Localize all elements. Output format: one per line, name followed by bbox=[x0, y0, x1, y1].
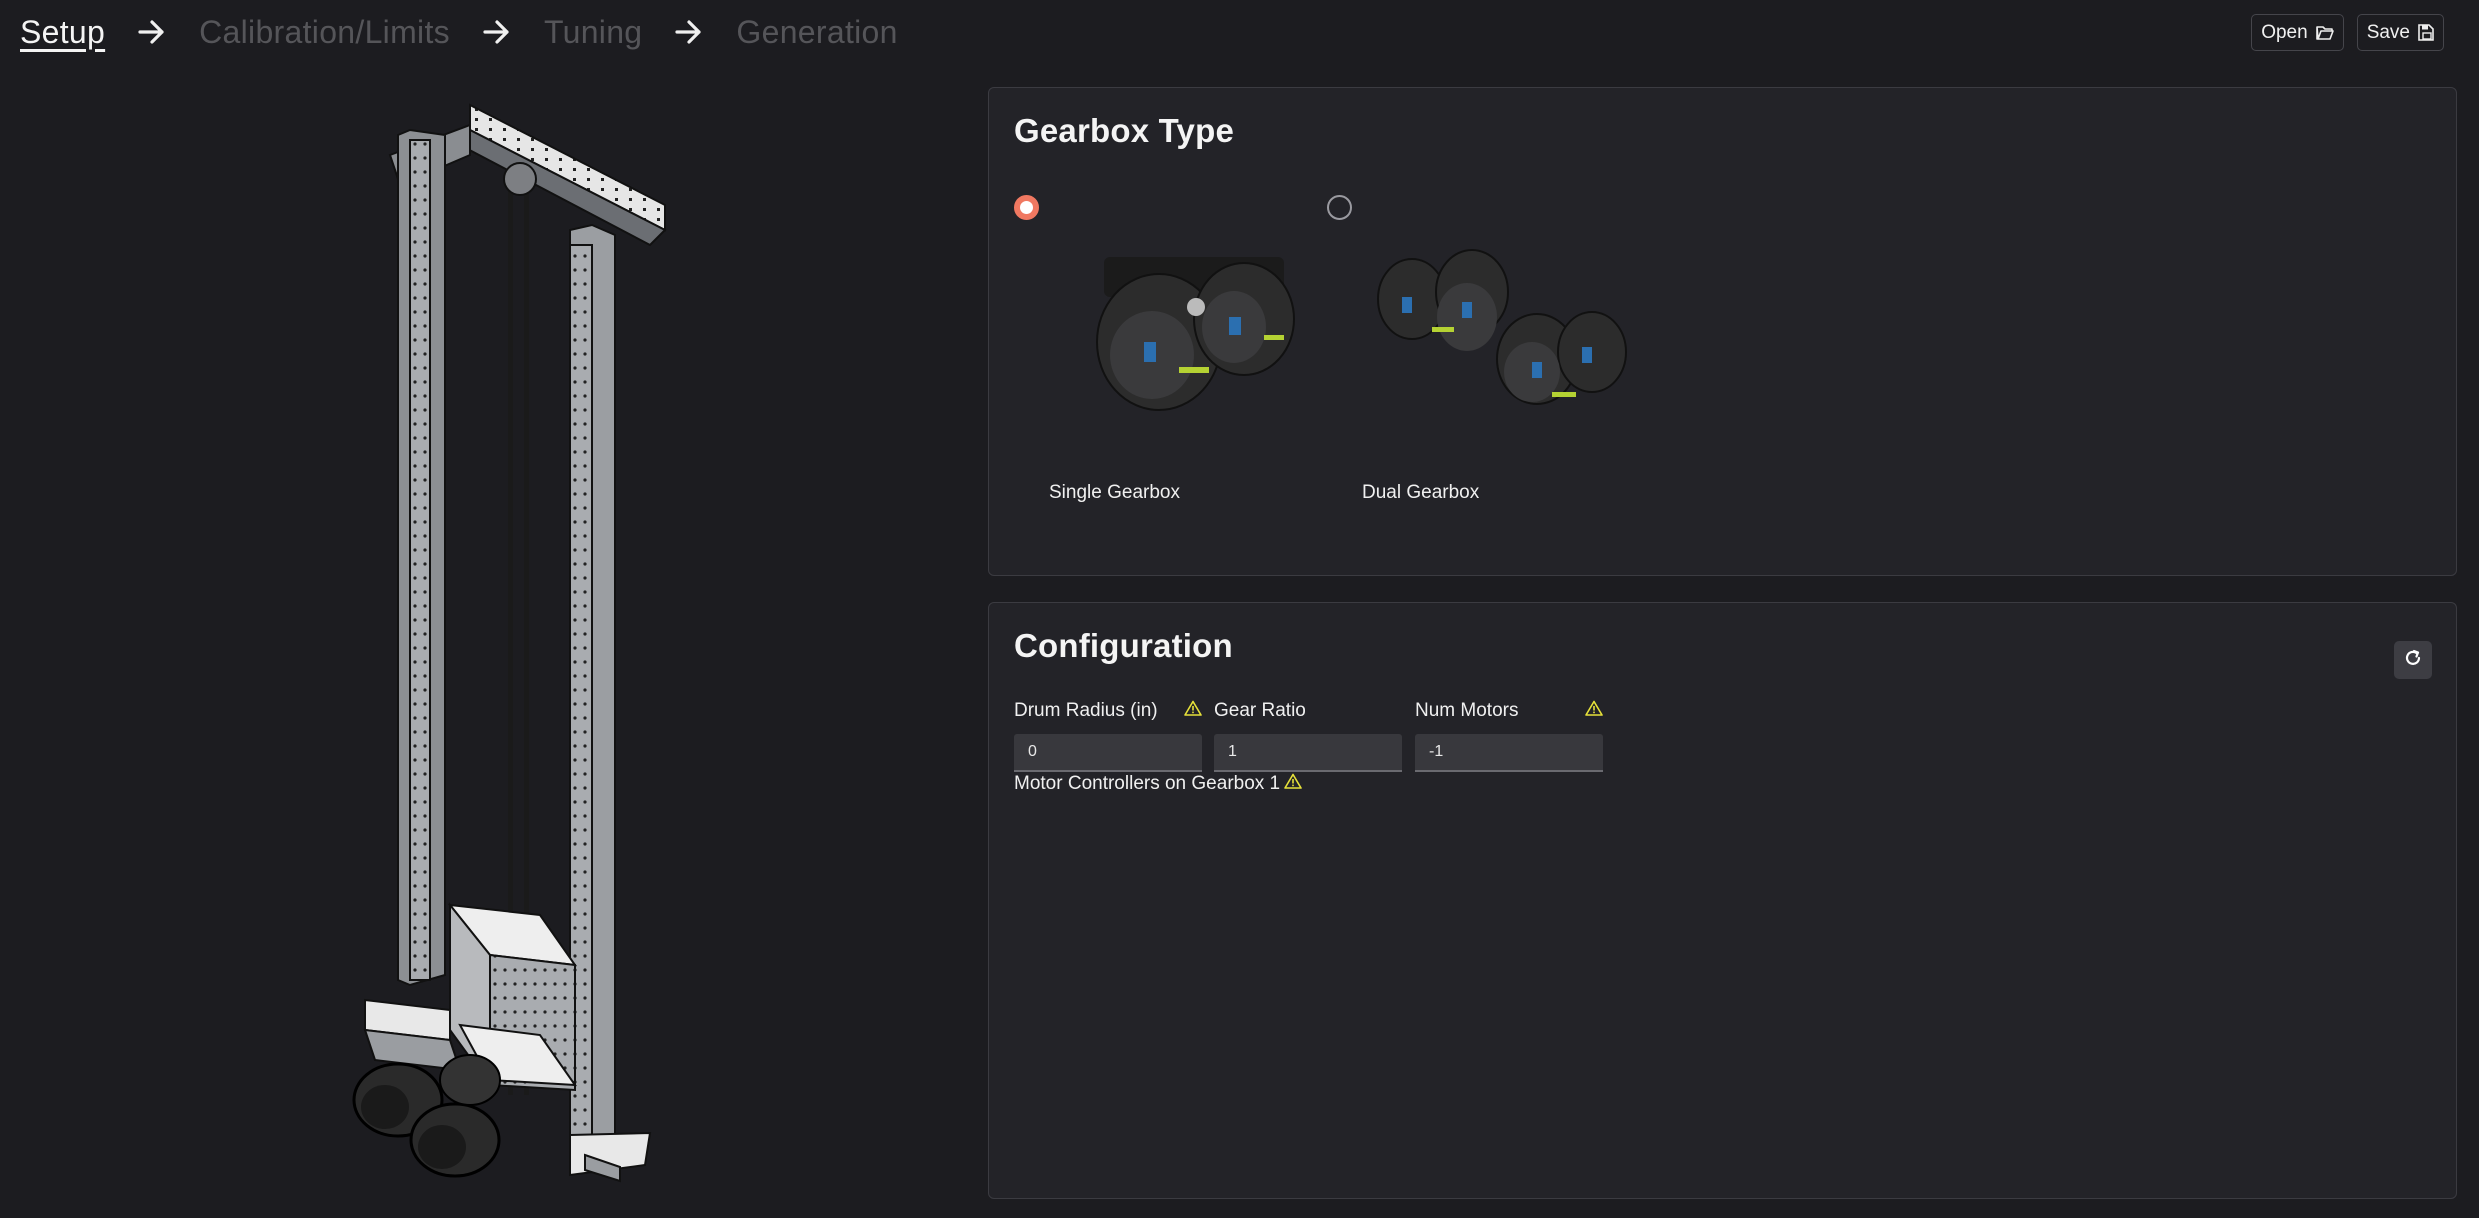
dual-gearbox-label: Dual Gearbox bbox=[1362, 482, 1480, 503]
gearbox-option-single[interactable]: Single Gearbox bbox=[1014, 195, 1295, 503]
configuration-panel: Configuration Drum Radius (in) Gear Rati… bbox=[988, 602, 2457, 1199]
warning-icon bbox=[1284, 773, 1302, 795]
step-setup[interactable]: Setup bbox=[20, 14, 105, 51]
single-gearbox-image bbox=[1084, 247, 1299, 422]
gear-ratio-label: Gear Ratio bbox=[1214, 700, 1306, 721]
arrow-right-icon bbox=[642, 19, 736, 45]
folder-open-icon bbox=[2315, 25, 2334, 41]
gearbox-type-title: Gearbox Type bbox=[1014, 112, 1235, 149]
reset-config-button[interactable] bbox=[2394, 641, 2432, 679]
step-tuning[interactable]: Tuning bbox=[544, 14, 642, 51]
save-button[interactable]: Save bbox=[2356, 14, 2444, 51]
single-gearbox-label: Single Gearbox bbox=[1049, 482, 1180, 503]
warning-icon bbox=[1184, 700, 1202, 722]
drum-radius-field: Drum Radius (in) bbox=[1014, 699, 1202, 772]
gear-ratio-input[interactable] bbox=[1214, 734, 1402, 772]
gear-ratio-field: Gear Ratio bbox=[1214, 699, 1402, 772]
radio-single-gearbox[interactable] bbox=[1014, 195, 1039, 220]
step-calibration-limits[interactable]: Calibration/Limits bbox=[199, 14, 450, 51]
motor-controllers-label: Motor Controllers on Gearbox 1 bbox=[1014, 773, 1281, 794]
drum-radius-input[interactable] bbox=[1014, 734, 1202, 772]
refresh-icon bbox=[2403, 648, 2423, 673]
arrow-right-icon bbox=[105, 19, 199, 45]
gearbox-type-panel: Gearbox Type Single Gearbox Dual Gearbox bbox=[988, 87, 2457, 576]
arrow-right-icon bbox=[450, 19, 544, 45]
wizard-stepper: Setup Calibration/Limits Tuning Generati… bbox=[20, 6, 898, 58]
configuration-title: Configuration bbox=[1014, 627, 1233, 664]
save-file-icon bbox=[2418, 24, 2434, 41]
warning-icon bbox=[1585, 700, 1603, 722]
file-actions: Open Save bbox=[2251, 14, 2444, 51]
open-button-label: Open bbox=[2261, 21, 2308, 43]
drum-radius-label: Drum Radius (in) bbox=[1014, 700, 1158, 721]
num-motors-input[interactable] bbox=[1415, 734, 1603, 772]
open-button[interactable]: Open bbox=[2251, 14, 2344, 51]
elevator-model-image bbox=[330, 95, 690, 1185]
dual-gearbox-image bbox=[1372, 247, 1632, 427]
motor-controllers-heading: Motor Controllers on Gearbox 1 bbox=[1014, 773, 1302, 795]
num-motors-field: Num Motors bbox=[1415, 699, 1603, 772]
step-generation[interactable]: Generation bbox=[736, 14, 897, 51]
num-motors-label: Num Motors bbox=[1415, 700, 1519, 721]
save-button-label: Save bbox=[2366, 21, 2410, 43]
gearbox-option-dual[interactable]: Dual Gearbox bbox=[1327, 195, 1627, 503]
radio-dual-gearbox[interactable] bbox=[1327, 195, 1352, 220]
